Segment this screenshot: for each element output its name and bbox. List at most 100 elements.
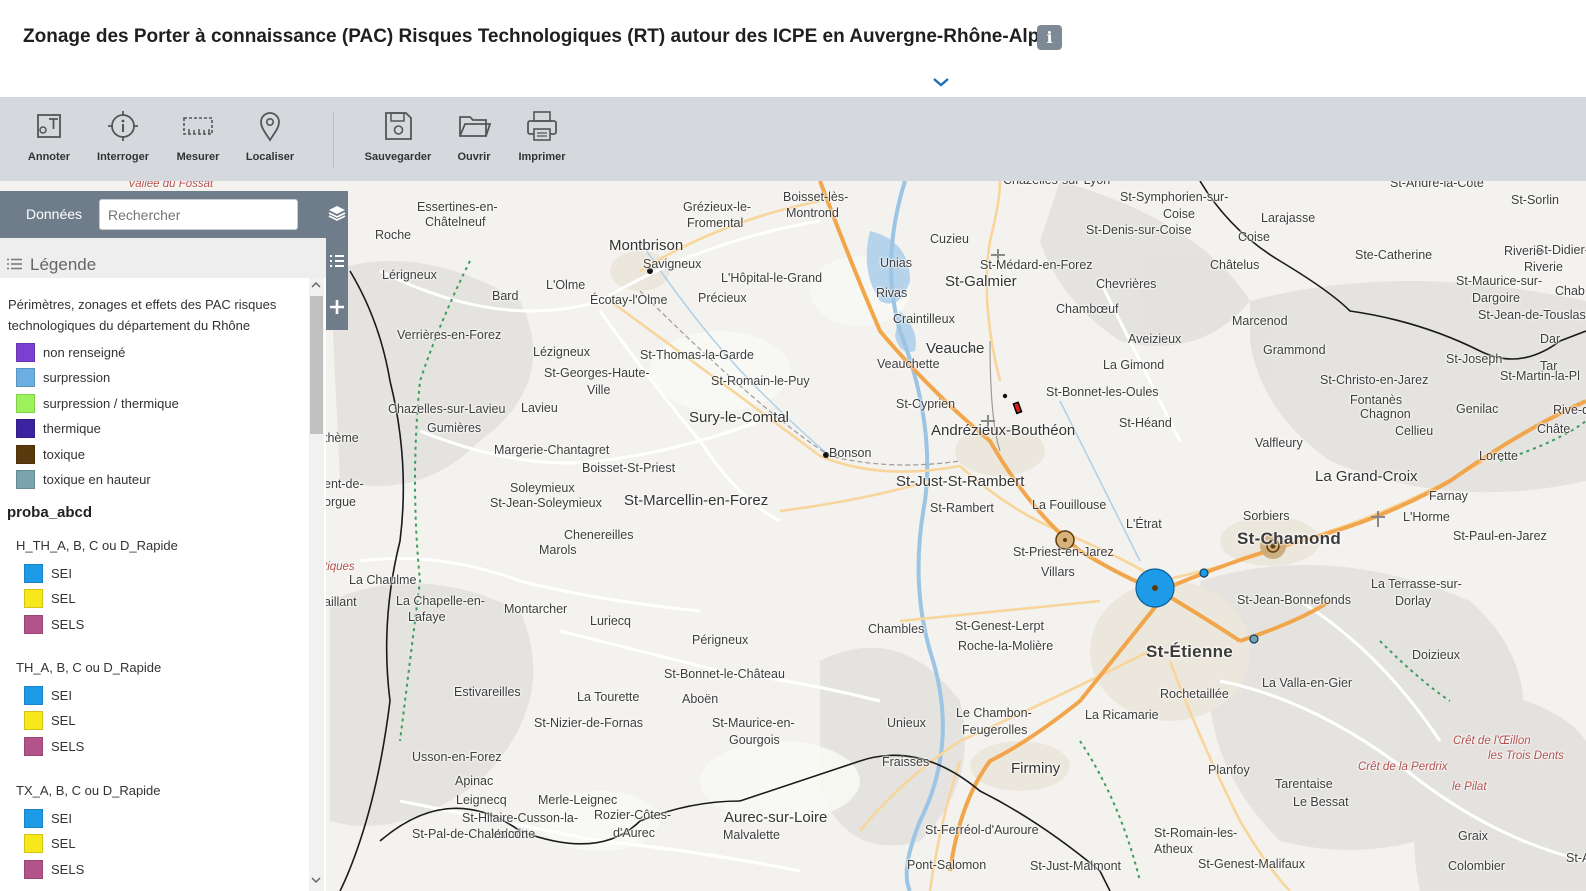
legend-label: SEL	[51, 836, 76, 852]
place-label: St-Jean-Bonnefonds	[1237, 593, 1351, 607]
place-label: St-Symphorien-sur-	[1120, 190, 1229, 204]
place-label: St-Christo-en-Jarez	[1320, 373, 1429, 387]
annotate-label: Annoter	[27, 151, 71, 163]
place-label: Graix	[1458, 829, 1488, 843]
print-button[interactable]: Imprimer	[504, 109, 580, 171]
place-label: Savigneux	[643, 257, 702, 271]
ruler-icon	[183, 117, 213, 135]
place-label: St-Genest-Lerpt	[955, 619, 1044, 633]
place-label: Craintilleux	[893, 312, 955, 326]
place-label: Chab	[1555, 284, 1585, 298]
place-label: Fontanès	[1350, 393, 1403, 407]
place-label: Boisset-lès-	[783, 190, 849, 204]
place-label: St-Hilaire-Cusson-la-	[462, 811, 578, 825]
place-label: St-Maurice-sur-	[1456, 274, 1543, 288]
place-label: St-Rambert	[930, 501, 994, 515]
place-label: Bard	[492, 289, 519, 303]
locate-button[interactable]: Localiser	[232, 109, 308, 171]
place-label: La Gimond	[1103, 358, 1165, 372]
page-title: Zonage des Porter à connaissance (PAC) R…	[23, 26, 1061, 47]
legend-label: toxique en hauteur	[43, 472, 151, 487]
place-label: La Valla-en-Gier	[1262, 676, 1353, 690]
legend-header[interactable]: Légende	[0, 238, 326, 278]
list-icon[interactable]	[328, 252, 346, 270]
info-icon[interactable]: i	[1037, 25, 1062, 50]
place-label: St-Galmier	[945, 273, 1017, 290]
place-label: Genilac	[1456, 402, 1499, 416]
place-label: Margerie-Chantagret	[494, 443, 610, 457]
place-label: La Chapelle-en-	[396, 594, 485, 608]
save-button[interactable]: Sauvegarder	[360, 109, 436, 171]
place-label: St-Pal-de-Chalencon	[412, 827, 529, 841]
place-label: Rive-de	[1553, 403, 1586, 417]
place-label: tiques	[324, 561, 355, 573]
scrollbar-thumb[interactable]	[310, 296, 323, 434]
place-label: Crêt de l'Œillon	[1453, 735, 1531, 747]
place-label: Farnay	[1429, 489, 1468, 503]
legend-label: SEL	[51, 713, 76, 729]
legend-label: SELS	[51, 861, 85, 877]
place-label: La Terrasse-sur-	[1371, 577, 1462, 591]
place-label: St-Didier-sur-	[1536, 243, 1586, 257]
layers-icon[interactable]	[327, 203, 347, 223]
place-label: Chambles	[868, 622, 925, 636]
annotate-icon	[37, 114, 61, 138]
legend-subgroup-title: TH_A, B, C ou D_Rapide	[16, 660, 162, 675]
search-input[interactable]	[99, 199, 298, 230]
place-label: Lafaye	[408, 610, 446, 624]
place-label: Unieux	[887, 716, 926, 730]
place-label: Le Chambon-	[956, 706, 1032, 720]
place-label: St-Just-St-Rambert	[896, 473, 1025, 490]
scroll-down-icon[interactable]	[311, 875, 321, 885]
toolbar: Annoter Interroger Mesurer Localiser Sau	[0, 97, 1586, 181]
print-label: Imprimer	[518, 151, 566, 163]
chevron-down-icon[interactable]	[932, 76, 950, 88]
toolbar-separator	[333, 111, 334, 167]
place-label: Luriecq	[590, 614, 631, 628]
open-button[interactable]: Ouvrir	[436, 109, 512, 171]
tab-data[interactable]: Données	[26, 206, 82, 222]
measure-button[interactable]: Mesurer	[160, 109, 236, 171]
legend-panel: Légende Périmètres, zonages et effets de…	[0, 238, 326, 891]
place-label: les Trois Dents	[1488, 750, 1564, 762]
place-label: Malvalette	[723, 828, 780, 842]
place-label: Coise	[1238, 230, 1270, 244]
place-label: St-Jean-de-Touslas	[1478, 308, 1586, 322]
place-label: Dorlay	[1395, 594, 1432, 608]
place-label: St-Appolinard	[1566, 851, 1586, 865]
legend-subgroup-title: TX_A, B, C ou D_Rapide	[16, 783, 161, 798]
annotate-button[interactable]: Annoter	[11, 109, 87, 171]
place-label: d'Aurec	[613, 826, 655, 840]
legend-label: SEI	[51, 566, 72, 581]
place-label: Tar	[1540, 359, 1558, 373]
place-label: Villars	[1041, 565, 1075, 579]
place-label: Leignecq	[456, 793, 507, 807]
query-button[interactable]: Interroger	[85, 109, 161, 171]
query-icon	[108, 111, 138, 141]
scroll-up-icon[interactable]	[311, 280, 321, 290]
legend-swatch	[24, 564, 43, 583]
place-label: St-Marcellin-en-Forez	[624, 492, 769, 509]
legend-swatch	[16, 444, 35, 464]
place-label: Doizieux	[1412, 648, 1460, 662]
place-label: Chambœuf	[1056, 302, 1119, 316]
place-label: Planfoy	[1208, 763, 1250, 777]
place-label: Lézigneux	[533, 345, 590, 359]
place-label: La Tourette	[577, 690, 640, 704]
place-label: Tarentaise	[1275, 777, 1333, 791]
place-label: Dar	[1540, 332, 1561, 346]
place-label: L'Olme	[546, 278, 586, 292]
place-label: Le Bessat	[1293, 795, 1349, 809]
place-label: Chagnon	[1360, 407, 1411, 421]
legend-description: Périmètres, zonages et effets des PAC ri…	[8, 297, 277, 333]
place-label: Valfleury	[1255, 436, 1303, 450]
place-label: St-Ferréol-d'Auroure	[925, 823, 1039, 837]
place-label: L'Étrat	[1126, 517, 1162, 531]
place-label: La Chaulme	[349, 573, 417, 587]
place-label: Lérigneux	[382, 268, 437, 282]
plus-icon[interactable]	[328, 298, 346, 316]
place-label: Chazelles-sur-Lavieu	[388, 402, 506, 416]
place-label: Roche-la-Molière	[958, 639, 1054, 653]
legend-label: toxique	[43, 446, 85, 462]
place-label: Lorette	[1479, 449, 1518, 463]
